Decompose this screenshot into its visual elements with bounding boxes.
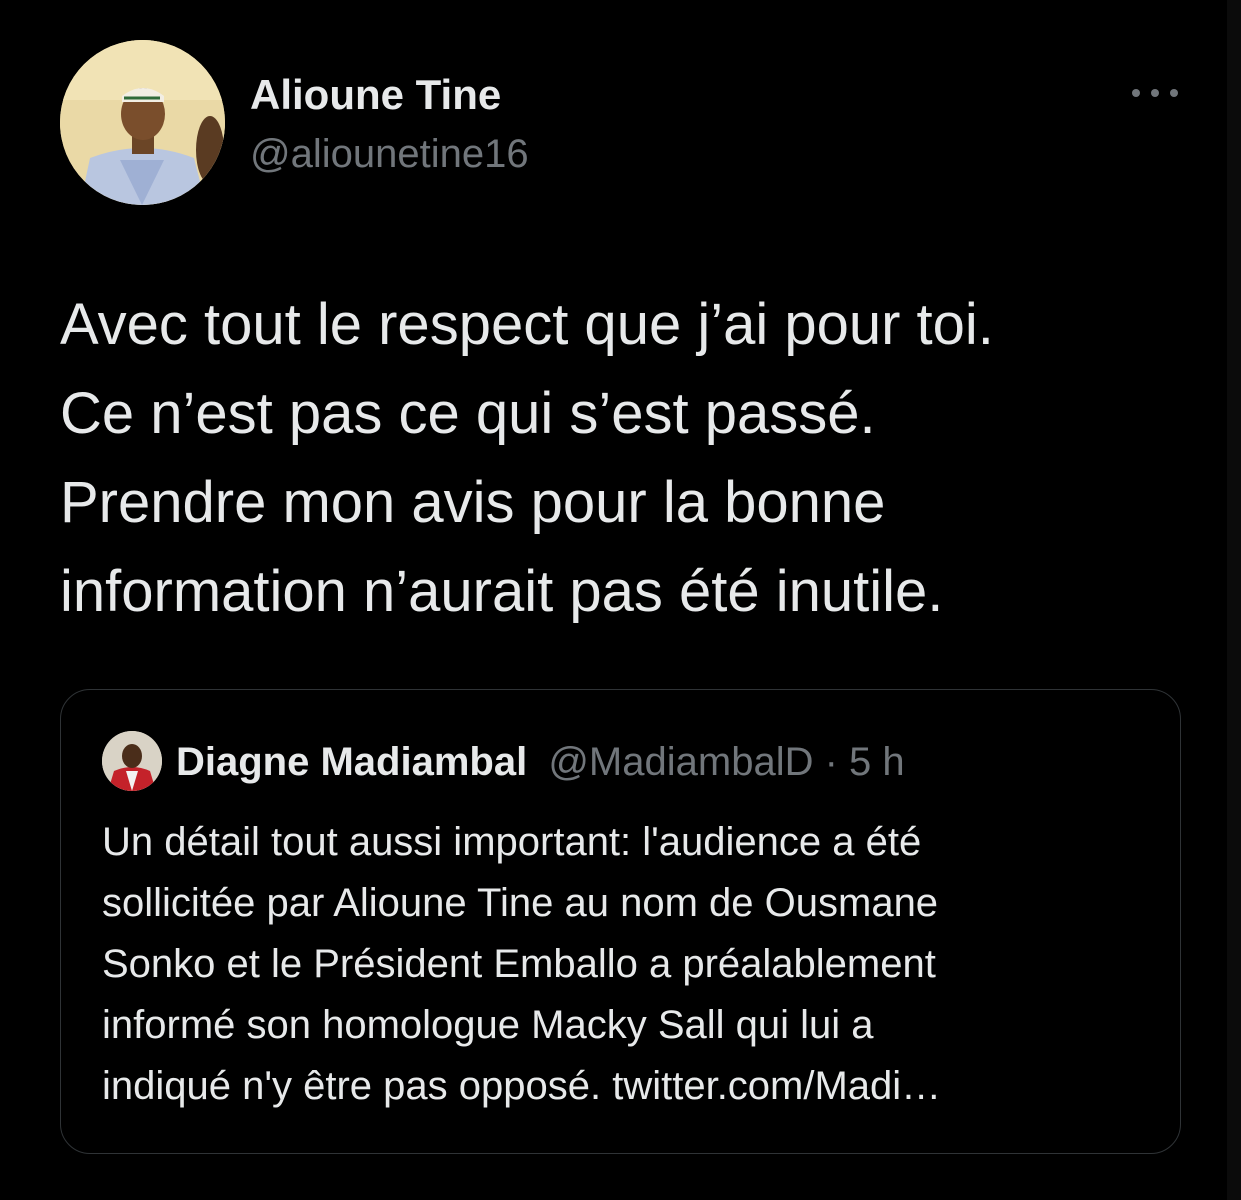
author-avatar-image bbox=[60, 40, 225, 205]
quoted-author-avatar[interactable] bbox=[102, 731, 162, 791]
quoted-tweet-text: Un détail tout aussi important: l'audien… bbox=[102, 812, 1142, 1117]
tweet-text-line: Ce n’est pas ce qui s’est passé. bbox=[60, 381, 876, 446]
scrollbar-track[interactable] bbox=[1227, 0, 1241, 1200]
quoted-text-line: indiqué n'y être pas opposé. twitter.com… bbox=[102, 1064, 942, 1108]
more-horizontal-icon-dot bbox=[1151, 89, 1159, 97]
tweet-text-line: Prendre mon avis pour la bonne bbox=[60, 470, 886, 535]
tweet-text: Avec tout le respect que j’ai pour toi. … bbox=[60, 280, 1180, 636]
tweet-text-line: information n’aurait pas été inutile. bbox=[60, 559, 944, 624]
quoted-author-name[interactable]: Diagne Madiambal bbox=[176, 740, 527, 784]
quoted-tweet-timestamp[interactable]: 5 h bbox=[849, 740, 905, 784]
author-avatar[interactable] bbox=[60, 40, 225, 205]
more-horizontal-icon bbox=[1132, 89, 1140, 97]
quoted-author-avatar-image bbox=[102, 731, 162, 791]
more-horizontal-icon-dot bbox=[1170, 89, 1178, 97]
more-options-button[interactable] bbox=[1128, 78, 1182, 108]
quoted-text-line: Sonko et le Président Emballo a préalabl… bbox=[102, 942, 936, 986]
author-name[interactable]: Alioune Tine bbox=[250, 70, 501, 120]
quoted-text-line: informé son homologue Macky Sall qui lui… bbox=[102, 1003, 874, 1047]
quoted-tweet-card[interactable]: Diagne Madiambal @MadiambalD · 5 h Un dé… bbox=[60, 689, 1181, 1154]
tweet-text-line: Avec tout le respect que j’ai pour toi. bbox=[60, 292, 994, 357]
quoted-tweet-header: Diagne Madiambal @MadiambalD · 5 h bbox=[176, 736, 905, 788]
author-handle[interactable]: @aliounetine16 bbox=[250, 130, 529, 178]
quoted-text-line: sollicitée par Alioune Tine au nom de Ou… bbox=[102, 881, 939, 925]
quoted-author-handle[interactable]: @MadiambalD bbox=[548, 740, 813, 784]
tweet-screen: Alioune Tine @aliounetine16 Avec tout le… bbox=[0, 0, 1241, 1200]
header-separator: · bbox=[824, 740, 838, 784]
quoted-text-line: Un détail tout aussi important: l'audien… bbox=[102, 820, 922, 864]
